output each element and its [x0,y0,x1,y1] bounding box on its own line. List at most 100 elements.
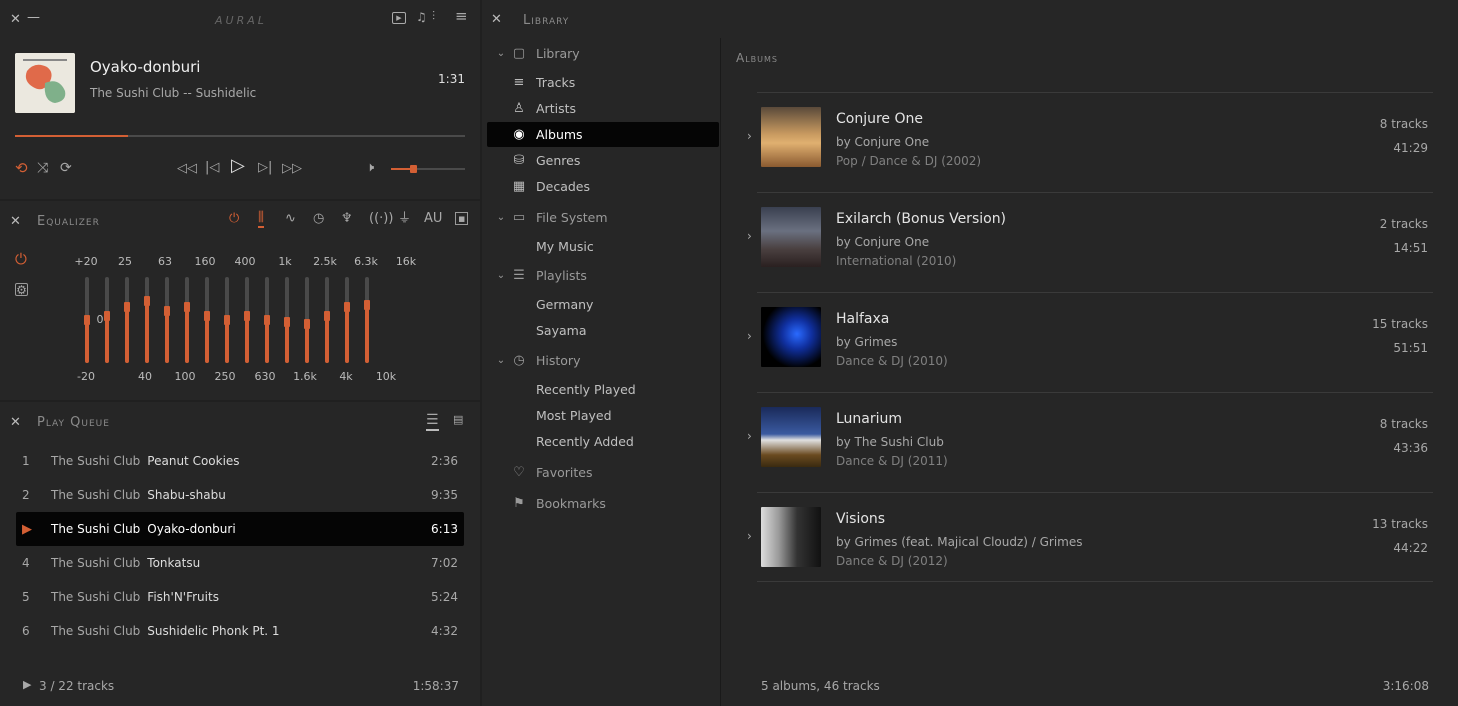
loop-icon[interactable]: ⟳ [60,161,72,175]
eq-band-slider[interactable] [164,277,170,363]
eq-power-icon[interactable]: ⏻ [15,252,27,267]
eq-band-knob[interactable] [164,306,170,317]
eq-band-slider[interactable] [304,277,310,363]
album-row[interactable]: › Lunarium by The Sushi Club Dance & DJ (20… [747,392,1433,482]
chevron-down-icon[interactable]: ⌄ [493,270,509,281]
sidebar-item-albums[interactable]: ◉ Albums [487,122,719,147]
album-row[interactable]: › Halfaxa by Grimes Dance & DJ (2010) 15 tra… [747,292,1433,382]
queue-row[interactable]: 2 The Sushi Club Shabu-shabu 9:35 [16,478,464,512]
sidebar-item-favorites[interactable]: ♡ Favorites [487,460,719,485]
shuffle-icon[interactable]: ⤨ [37,161,48,175]
volume-slider[interactable] [391,165,465,173]
eq-settings-icon[interactable]: ⚙ [15,283,28,296]
chevron-right-icon[interactable]: › [747,529,752,543]
sidebar-item-germany[interactable]: Germany [487,292,719,317]
album-row[interactable]: › Exilarch (Bonus Version) by Conjure One I… [747,192,1433,282]
eq-band-slider[interactable] [344,277,350,363]
queue-row-title: Tonkatsu [147,556,201,570]
chevron-right-icon[interactable]: › [747,129,752,143]
eq-band-slider[interactable] [264,277,270,363]
sidebar-item-genres[interactable]: ⛁ Genres [487,148,719,173]
seek-bar[interactable] [15,135,465,137]
volume-icon[interactable]: 🕨 [366,161,374,174]
volume-knob[interactable] [410,165,418,173]
eq-band-knob[interactable] [224,315,230,325]
eq-band-knob[interactable] [264,315,270,325]
seek-backward-icon[interactable]: ◁◁ [177,162,197,175]
list-view-icon[interactable]: ☰ [426,413,439,431]
sidebar-item-tracks[interactable]: ≡ Tracks [487,70,719,95]
eq-tab-icon[interactable]: ⫼ [258,211,264,228]
sidebar-item-decades[interactable]: ▦ Decades [487,174,719,199]
eq-band-knob[interactable] [124,302,130,313]
eq-band-knob[interactable] [324,310,330,321]
chevron-right-icon[interactable]: › [747,429,752,443]
eq-band-slider[interactable] [224,277,230,363]
master-effects-icon[interactable]: ⏻ [229,212,239,225]
chevron-down-icon[interactable]: ⌄ [493,355,509,366]
sidebar-item-artists[interactable]: ♙ Artists [487,96,719,121]
sidebar-item-sayama[interactable]: Sayama [487,318,719,343]
sidebar-item-library[interactable]: ⌄ ▢ Library [487,41,719,66]
eq-band-knob[interactable] [144,296,150,307]
repeat-icon[interactable]: ⟲ [15,161,28,176]
menu-icon[interactable]: ≡ [455,9,468,24]
chevron-down-icon[interactable]: ⌄ [493,48,509,59]
queue-row[interactable]: 6 The Sushi Club Sushidelic Phonk Pt. 1 4:3… [16,614,464,648]
previous-track-icon[interactable]: |◁ [205,161,219,174]
eq-band-slider[interactable] [364,277,370,363]
queue-row[interactable]: ▶ The Sushi Club Oyako-donburi 6:13 [16,512,464,546]
album-row[interactable]: › Visions by Grimes (feat. Majical Cloudz)… [747,492,1433,582]
playlist-view-icon[interactable]: ▶ [392,12,406,24]
eq-band-knob[interactable] [304,319,310,330]
play-icon[interactable]: ▷ [231,157,245,175]
eq-band-knob[interactable] [344,302,350,313]
tabular-view-icon[interactable]: ▤ [453,414,463,425]
au-tab[interactable]: AU [424,212,442,225]
delay-tab-icon[interactable]: ((·)) [369,212,393,225]
eq-band-knob[interactable] [284,316,290,327]
reverb-tab-icon[interactable]: ♆ [341,212,353,225]
eq-band-slider[interactable] [284,277,290,363]
seek-forward-icon[interactable]: ▷▷ [282,162,302,175]
sidebar-item-my-music[interactable]: My Music [487,234,719,259]
sidebar-item-recently-added[interactable]: Recently Added [487,429,719,454]
eq-band-knob[interactable] [204,310,210,321]
eq-band-slider[interactable] [144,277,150,363]
presets-icon[interactable]: ▪ [455,212,469,225]
queue-row[interactable]: 4 The Sushi Club Tonkatsu 7:02 [16,546,464,580]
pitch-tab-icon[interactable]: ∿ [285,212,296,225]
sidebar-item-most-played[interactable]: Most Played [487,403,719,428]
close-icon[interactable]: ✕ [10,415,21,430]
album-track-count: 15 tracks [1372,317,1428,331]
queue-row[interactable]: 5 The Sushi Club Fish'N'Fruits 5:24 [16,580,464,614]
filter-tab-icon[interactable]: ⏚ [398,212,411,225]
eq-band-knob[interactable] [364,299,370,310]
sidebar-item-recently-played[interactable]: Recently Played [487,377,719,402]
elapsed-time[interactable]: 1:31 [430,72,465,86]
settings-sliders-icon[interactable]: ⫶ [432,10,435,22]
sidebar-item-history[interactable]: ⌄ ◷ History [487,348,719,373]
close-icon[interactable]: ✕ [491,12,502,27]
eq-band-slider[interactable] [124,277,130,363]
time-tab-icon[interactable]: ◷ [313,212,324,225]
chevron-down-icon[interactable]: ⌄ [493,212,509,223]
minimize-icon[interactable]: — [27,10,40,25]
queue-row[interactable]: 1 The Sushi Club Peanut Cookies 2:36 [16,444,464,478]
chevron-right-icon[interactable]: › [747,229,752,243]
eq-band-knob[interactable] [244,310,250,321]
eq-band-slider[interactable] [184,277,190,363]
eq-band-knob[interactable] [184,302,190,313]
close-icon[interactable]: ✕ [10,12,21,27]
sidebar-item-playlists[interactable]: ⌄ ☰ Playlists [487,263,719,288]
chevron-right-icon[interactable]: › [747,329,752,343]
sidebar-item-file-system[interactable]: ⌄ ▭ File System [487,205,719,230]
eq-band-slider[interactable] [244,277,250,363]
close-icon[interactable]: ✕ [10,214,21,229]
eq-band-slider[interactable] [204,277,210,363]
next-track-icon[interactable]: ▷| [258,161,272,174]
equalizer-view-icon[interactable]: ♫ [416,11,427,23]
eq-band-slider[interactable] [324,277,330,363]
album-row[interactable]: › Conjure One by Conjure One Pop / Dance & … [747,92,1433,182]
sidebar-item-bookmarks[interactable]: ⚑ Bookmarks [487,491,719,516]
